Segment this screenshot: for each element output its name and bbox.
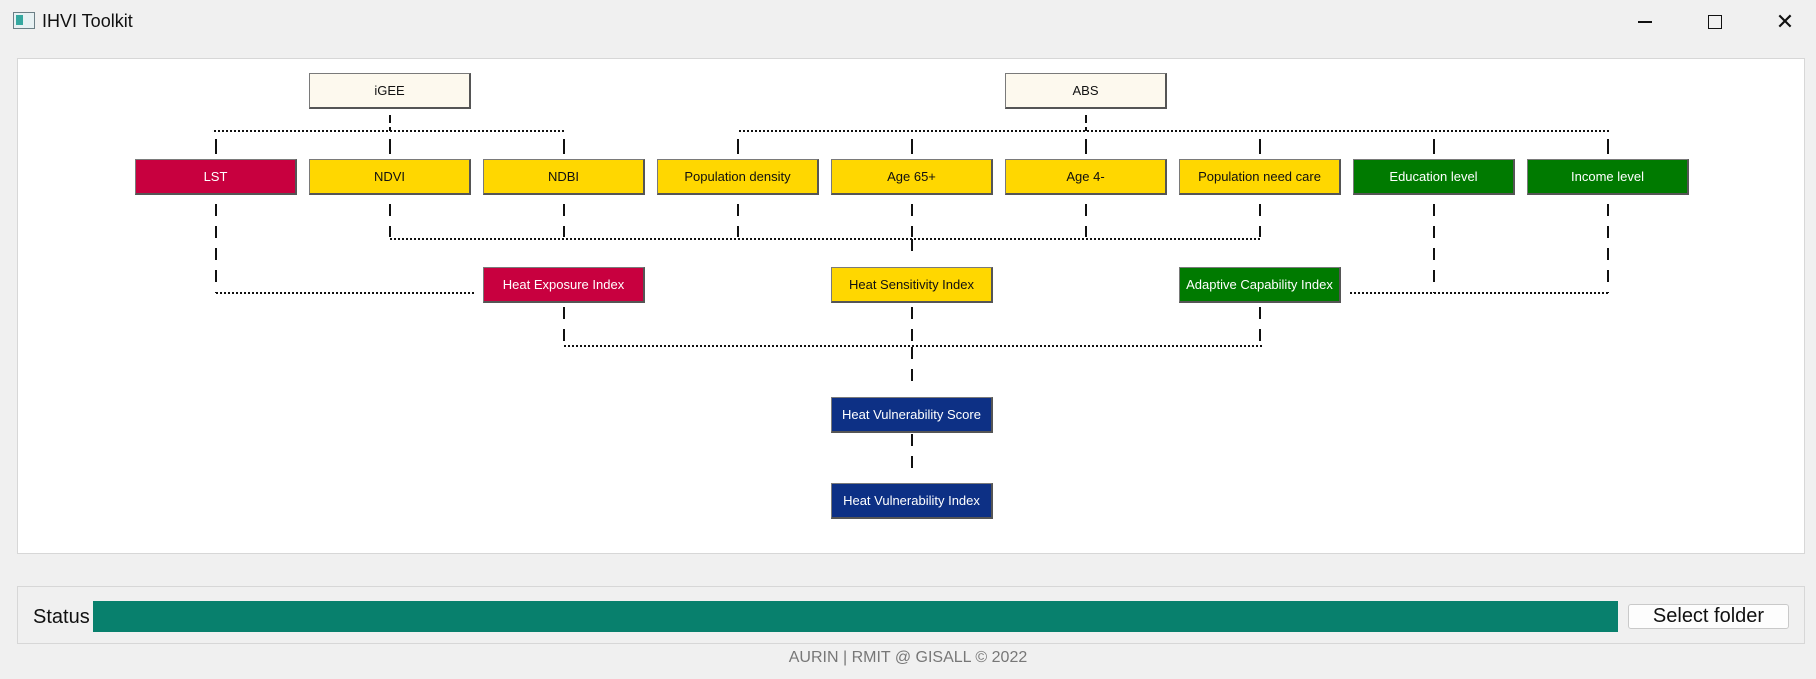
- heat-exposure-index-box[interactable]: Heat Exposure Index: [483, 267, 645, 303]
- close-icon: ✕: [1775, 9, 1795, 34]
- indicator-education-level-box[interactable]: Education level: [1353, 159, 1515, 195]
- status-progress-bar: [93, 601, 1618, 632]
- indicator-age-4-box[interactable]: Age 4-: [1005, 159, 1167, 195]
- close-button[interactable]: ✕: [1750, 0, 1816, 44]
- title-bar: IHVI Toolkit ✕: [0, 0, 1816, 44]
- indicator-income-level-box[interactable]: Income level: [1527, 159, 1689, 195]
- adaptive-capability-index-box[interactable]: Adaptive Capability Index: [1179, 267, 1341, 303]
- footer-credits: AURIN | RMIT @ GISALL © 2022: [788, 649, 1028, 666]
- indicator-population-need-care-box[interactable]: Population need care: [1179, 159, 1341, 195]
- maximize-icon: [1708, 15, 1722, 29]
- heat-vulnerability-index-box[interactable]: Heat Vulnerability Index: [831, 483, 993, 519]
- indicator-ndbi-box[interactable]: NDBI: [483, 159, 645, 195]
- indicator-ndvi-box[interactable]: NDVI: [309, 159, 471, 195]
- source-abs-box[interactable]: ABS: [1005, 73, 1167, 109]
- diagram-connectors: [214, 115, 1610, 477]
- window-title: IHVI Toolkit: [42, 11, 133, 31]
- minimize-button[interactable]: [1610, 0, 1680, 44]
- app-window-icon: [13, 12, 35, 29]
- status-panel: Status Select folder: [17, 586, 1805, 644]
- status-progress-fill: [93, 601, 1618, 632]
- select-folder-button[interactable]: Select folder: [1628, 604, 1789, 629]
- source-igee-box[interactable]: iGEE: [309, 73, 471, 109]
- workflow-diagram: iGEE ABS LST NDVI NDBI Population densit…: [17, 58, 1805, 554]
- indicator-population-density-box[interactable]: Population density: [657, 159, 819, 195]
- status-label: Status: [33, 606, 90, 628]
- minimize-icon: [1638, 21, 1652, 23]
- indicator-age-65-box[interactable]: Age 65+: [831, 159, 993, 195]
- indicator-lst-box[interactable]: LST: [135, 159, 297, 195]
- maximize-button[interactable]: [1680, 0, 1750, 44]
- heat-vulnerability-score-box[interactable]: Heat Vulnerability Score: [831, 397, 993, 433]
- heat-sensitivity-index-box[interactable]: Heat Sensitivity Index: [831, 267, 993, 303]
